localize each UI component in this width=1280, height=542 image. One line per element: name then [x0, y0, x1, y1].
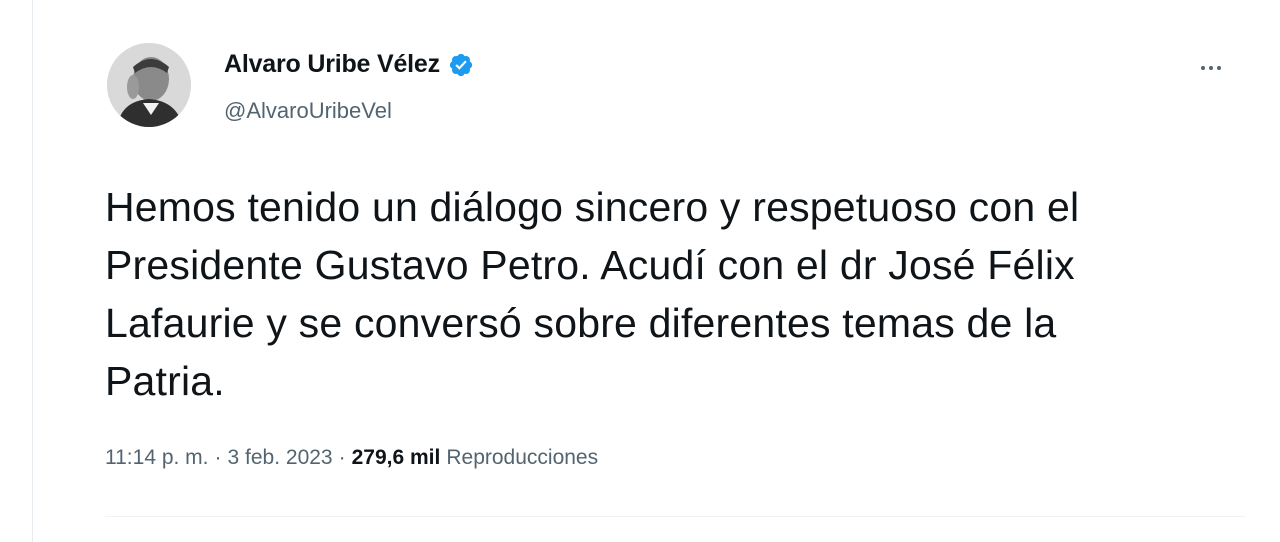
views-count: 279,6 mil	[351, 446, 441, 469]
author-display-name[interactable]: Alvaro Uribe Vélez	[224, 50, 440, 79]
tweet-date[interactable]: 3 feb. 2023	[228, 446, 333, 470]
tweet-card[interactable]: Alvaro Uribe Vélez @AlvaroUribeVel Hemos…	[69, 0, 1245, 542]
views-label: Reproducciones	[446, 446, 599, 469]
author-handle[interactable]: @AlvaroUribeVel	[224, 98, 392, 124]
tweet-text-line: Lafaurie y se conversó sobre diferentes …	[105, 300, 1057, 346]
more-options-button[interactable]	[1191, 48, 1231, 88]
avatar[interactable]	[107, 43, 191, 127]
verified-badge-icon[interactable]	[448, 52, 474, 78]
avatar-image	[107, 43, 191, 127]
tweet-frame: Alvaro Uribe Vélez @AlvaroUribeVel Hemos…	[32, 0, 1280, 542]
tweet-text-line: Hemos tenido un diálogo sincero y respet…	[105, 184, 1080, 230]
more-icon	[1201, 66, 1205, 70]
tweet-time[interactable]: 11:14 p. m.	[105, 446, 209, 470]
tweet-text: Hemos tenido un diálogo sincero y respet…	[105, 178, 1245, 410]
meta-separator: ·	[338, 446, 346, 469]
tweet-text-line: Presidente Gustavo Petro. Acudí con el d…	[105, 242, 1075, 288]
divider	[105, 516, 1245, 517]
author-name-row: Alvaro Uribe Vélez	[224, 50, 474, 79]
tweet-text-line: Patria.	[105, 358, 225, 404]
tweet-meta: 11:14 p. m. · 3 feb. 2023 · 279,6 mil Re…	[105, 446, 598, 470]
more-icon-dot	[1209, 66, 1213, 70]
more-icon-dot	[1217, 66, 1221, 70]
meta-separator: ·	[214, 446, 222, 469]
